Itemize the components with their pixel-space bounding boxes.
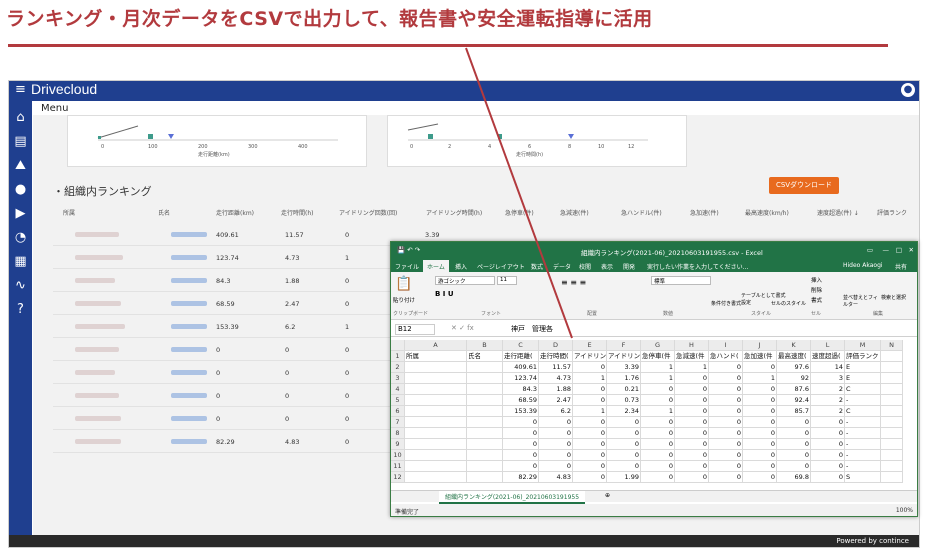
screenshot: ランキング・月次データをCSVで出力して、報告書や安全運転指導に活用 ≡ Dri… [0,0,926,551]
callout-arrow [465,47,573,339]
